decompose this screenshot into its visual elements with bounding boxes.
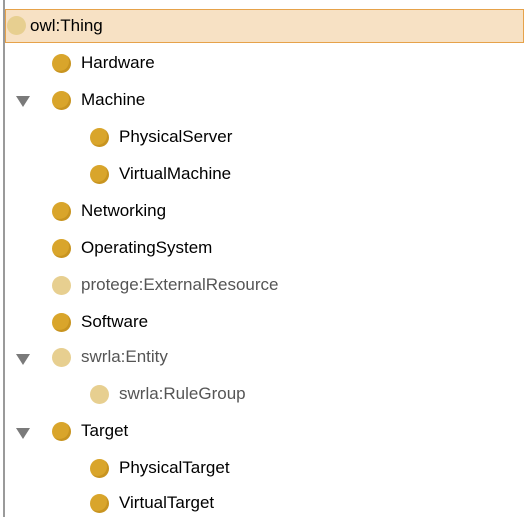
class-circle-icon <box>90 494 109 513</box>
tree-node-label-swrla-rulegroup: swrla:RuleGroup <box>119 384 246 403</box>
class-circle-icon <box>90 128 109 147</box>
tree-row-swrla-rulegroup[interactable] <box>5 378 524 414</box>
class-circle-icon <box>52 91 71 110</box>
tree-node-label-virtualmachine: VirtualMachine <box>119 164 232 183</box>
expand-arrow-icon[interactable] <box>16 428 30 439</box>
tree-row-virtualmachine[interactable] <box>5 156 524 192</box>
class-circle-icon <box>52 313 71 332</box>
tree-node-label-swrla-entity: swrla:Entity <box>81 347 168 366</box>
tree-row-physicalserver[interactable] <box>5 119 524 155</box>
class-circle-icon <box>52 239 71 258</box>
tree-row-physicaltarget[interactable] <box>5 451 524 487</box>
tree-node-label-hardware: Hardware <box>81 53 155 72</box>
class-circle-icon <box>90 165 109 184</box>
tree-node-label-protege-externalresource: protege:ExternalResource <box>81 275 279 294</box>
tree-node-label-physicalserver: PhysicalServer <box>119 127 233 146</box>
class-circle-icon <box>52 276 71 295</box>
class-circle-icon <box>90 385 109 404</box>
class-hierarchy-tree[interactable]: owl:Thing Hardware Machine PhysicalServe… <box>0 0 524 517</box>
class-circle-icon <box>52 422 71 441</box>
class-circle-icon <box>52 202 71 221</box>
expand-arrow-icon[interactable] <box>16 354 30 365</box>
tree-node-label-target: Target <box>81 421 129 440</box>
tree-node-label-networking: Networking <box>81 201 167 220</box>
tree-node-label-physicaltarget: PhysicalTarget <box>119 458 230 477</box>
class-circle-icon <box>52 54 71 73</box>
tree-row-virtualtarget[interactable] <box>5 487 524 523</box>
class-circle-icon <box>90 459 109 478</box>
expand-arrow-icon[interactable] <box>16 96 30 107</box>
tree-node-label-machine: Machine <box>81 90 146 109</box>
tree-node-label-owl-thing: owl:Thing <box>30 16 103 35</box>
class-circle-icon <box>7 16 26 35</box>
tree-node-label-software: Software <box>81 312 149 331</box>
tree-node-label-virtualtarget: VirtualTarget <box>119 493 215 512</box>
class-circle-icon <box>52 348 71 367</box>
tree-node-label-operatingsystem: OperatingSystem <box>81 238 213 257</box>
